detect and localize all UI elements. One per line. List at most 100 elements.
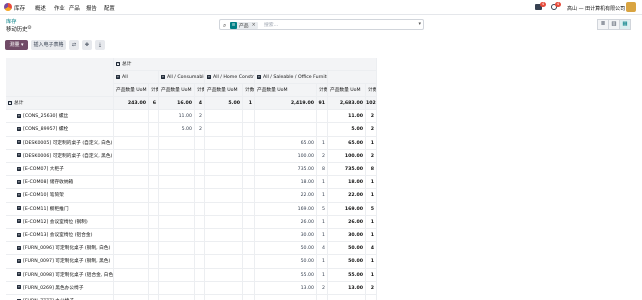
pivot-cell[interactable] xyxy=(317,295,328,300)
pivot-cell[interactable]: 11.00 xyxy=(328,110,366,124)
pivot-cell[interactable]: 1 xyxy=(366,136,377,150)
pivot-cell[interactable] xyxy=(195,149,205,163)
pivot-cell[interactable] xyxy=(149,136,159,150)
pivot-cell[interactable]: 55.00 xyxy=(255,268,317,282)
measure-header-qty[interactable]: 产品数量 UoM xyxy=(255,84,317,97)
pivot-cell[interactable] xyxy=(159,149,195,163)
pivot-cell[interactable] xyxy=(243,255,255,269)
pivot-cell[interactable]: 1 xyxy=(317,189,328,203)
pivot-cell[interactable] xyxy=(114,110,149,124)
pivot-cell[interactable] xyxy=(114,215,149,229)
pivot-cell[interactable] xyxy=(205,255,243,269)
measure-header-qty[interactable]: 产品数量 UoM xyxy=(328,84,366,97)
pivot-cell[interactable]: 169.00 xyxy=(255,202,317,216)
pivot-cell[interactable] xyxy=(195,295,205,300)
pivot-cell[interactable] xyxy=(159,215,195,229)
search-facet[interactable]: ≡ 产品 × xyxy=(230,21,258,29)
pivot-cell[interactable] xyxy=(317,123,328,137)
pivot-cell[interactable]: 18.00 xyxy=(255,176,317,190)
app-name[interactable]: 库存 xyxy=(14,4,25,12)
pivot-cell[interactable] xyxy=(243,163,255,177)
pivot-cell[interactable] xyxy=(195,215,205,229)
pivot-row-header[interactable]: + [FURN_0269] 黑色办公椅子 xyxy=(6,281,114,295)
pivot-cell[interactable]: 1 xyxy=(317,268,328,282)
pivot-cell[interactable]: 2 xyxy=(366,281,377,295)
search-icon[interactable]: ⌕ xyxy=(223,22,226,30)
pivot-cell[interactable] xyxy=(114,295,149,300)
pivot-cell[interactable]: 2 xyxy=(317,281,328,295)
pivot-cell[interactable]: 735.00 xyxy=(255,163,317,177)
measure-header-count[interactable]: 计数 xyxy=(149,84,159,97)
pivot-cell[interactable]: 1 xyxy=(366,268,377,282)
pivot-cell[interactable] xyxy=(114,229,149,243)
pivot-header-total[interactable]: − 总计 xyxy=(114,58,377,71)
pivot-cell[interactable]: 735.00 xyxy=(328,163,366,177)
pivot-row-header[interactable]: + [E-COM12] 会议室椅位 (钢制) xyxy=(6,215,114,229)
user-avatar[interactable] xyxy=(626,2,636,12)
pivot-cell[interactable]: 2 xyxy=(366,110,377,124)
menu-products[interactable]: 产品 xyxy=(69,4,80,12)
pivot-cell[interactable] xyxy=(114,176,149,190)
pivot-cell[interactable] xyxy=(243,215,255,229)
pivot-cell[interactable]: 22.00 xyxy=(255,189,317,203)
search-input[interactable] xyxy=(264,22,404,28)
pivot-cell[interactable]: 1 xyxy=(317,255,328,269)
pivot-col-group[interactable]: + All / Saleable / Office Furniture xyxy=(255,71,328,84)
pivot-cell[interactable]: 8 xyxy=(317,163,328,177)
pivot-col-group[interactable]: + All xyxy=(114,71,159,84)
pivot-cell[interactable]: 2 xyxy=(195,123,205,137)
pivot-row-total[interactable]: − 总计 xyxy=(6,97,114,111)
pivot-total-cell[interactable]: 2,419.00 xyxy=(255,97,317,111)
pivot-cell[interactable] xyxy=(114,268,149,282)
pivot-cell[interactable] xyxy=(114,281,149,295)
pivot-cell[interactable] xyxy=(159,163,195,177)
pivot-cell[interactable] xyxy=(114,189,149,203)
pivot-cell[interactable] xyxy=(195,268,205,282)
pivot-cell[interactable]: 1 xyxy=(317,136,328,150)
pivot-cell[interactable] xyxy=(114,163,149,177)
pivot-cell[interactable] xyxy=(205,281,243,295)
pivot-total-cell[interactable]: 2,683.00 xyxy=(328,97,366,111)
pivot-cell[interactable] xyxy=(159,189,195,203)
pivot-cell[interactable]: 26.00 xyxy=(328,215,366,229)
pivot-cell[interactable]: 5.00 xyxy=(159,123,195,137)
pivot-cell[interactable]: 2 xyxy=(195,110,205,124)
pivot-cell[interactable] xyxy=(195,255,205,269)
chevron-down-icon[interactable]: ▾ xyxy=(418,21,421,27)
measures-button[interactable]: 测量 ▾ xyxy=(5,40,28,50)
measure-header-count[interactable]: 计数 xyxy=(366,84,377,97)
pivot-cell[interactable] xyxy=(243,268,255,282)
pivot-cell[interactable]: 13.00 xyxy=(328,281,366,295)
pivot-cell[interactable]: 5 xyxy=(366,202,377,216)
pivot-cell[interactable]: 65.00 xyxy=(328,136,366,150)
pivot-total-cell[interactable]: 91 xyxy=(317,97,328,111)
pivot-cell[interactable] xyxy=(149,229,159,243)
insert-spreadsheet-button[interactable]: 插入电子表格 xyxy=(31,40,66,50)
pivot-cell[interactable]: 5.00 xyxy=(328,123,366,137)
pivot-col-group[interactable]: + All / Consumable xyxy=(159,71,205,84)
pivot-cell[interactable] xyxy=(243,123,255,137)
pivot-cell[interactable]: 2 xyxy=(317,149,328,163)
pivot-cell[interactable] xyxy=(366,295,377,300)
measure-header-count[interactable]: 计数 xyxy=(195,84,205,97)
measure-header-count[interactable]: 计数 xyxy=(317,84,328,97)
pivot-cell[interactable]: 11.00 xyxy=(159,110,195,124)
pivot-cell[interactable]: 22.00 xyxy=(328,189,366,203)
pivot-cell[interactable]: 4 xyxy=(317,242,328,256)
pivot-cell[interactable] xyxy=(205,295,243,300)
pivot-cell[interactable]: 30.00 xyxy=(255,229,317,243)
pivot-cell[interactable] xyxy=(159,202,195,216)
pivot-cell[interactable] xyxy=(195,242,205,256)
pivot-cell[interactable] xyxy=(205,163,243,177)
pivot-cell[interactable] xyxy=(205,202,243,216)
search-bar[interactable]: ⌕ ≡ 产品 × ▾ xyxy=(219,19,424,30)
pivot-row-header[interactable]: + [FURN_0097] 可定制化桌子 (钢制, 黑色) xyxy=(6,255,114,269)
pivot-cell[interactable] xyxy=(243,110,255,124)
pivot-row-header[interactable]: +[FURN_7777] 办公椅子 xyxy=(6,295,114,300)
pivot-cell[interactable] xyxy=(243,295,255,300)
pivot-cell[interactable]: 26.00 xyxy=(255,215,317,229)
pivot-total-cell[interactable]: 4 xyxy=(195,97,205,111)
flip-axis-icon[interactable]: ⇄ xyxy=(69,40,79,50)
pivot-cell[interactable] xyxy=(149,163,159,177)
pivot-cell[interactable]: 2 xyxy=(366,149,377,163)
